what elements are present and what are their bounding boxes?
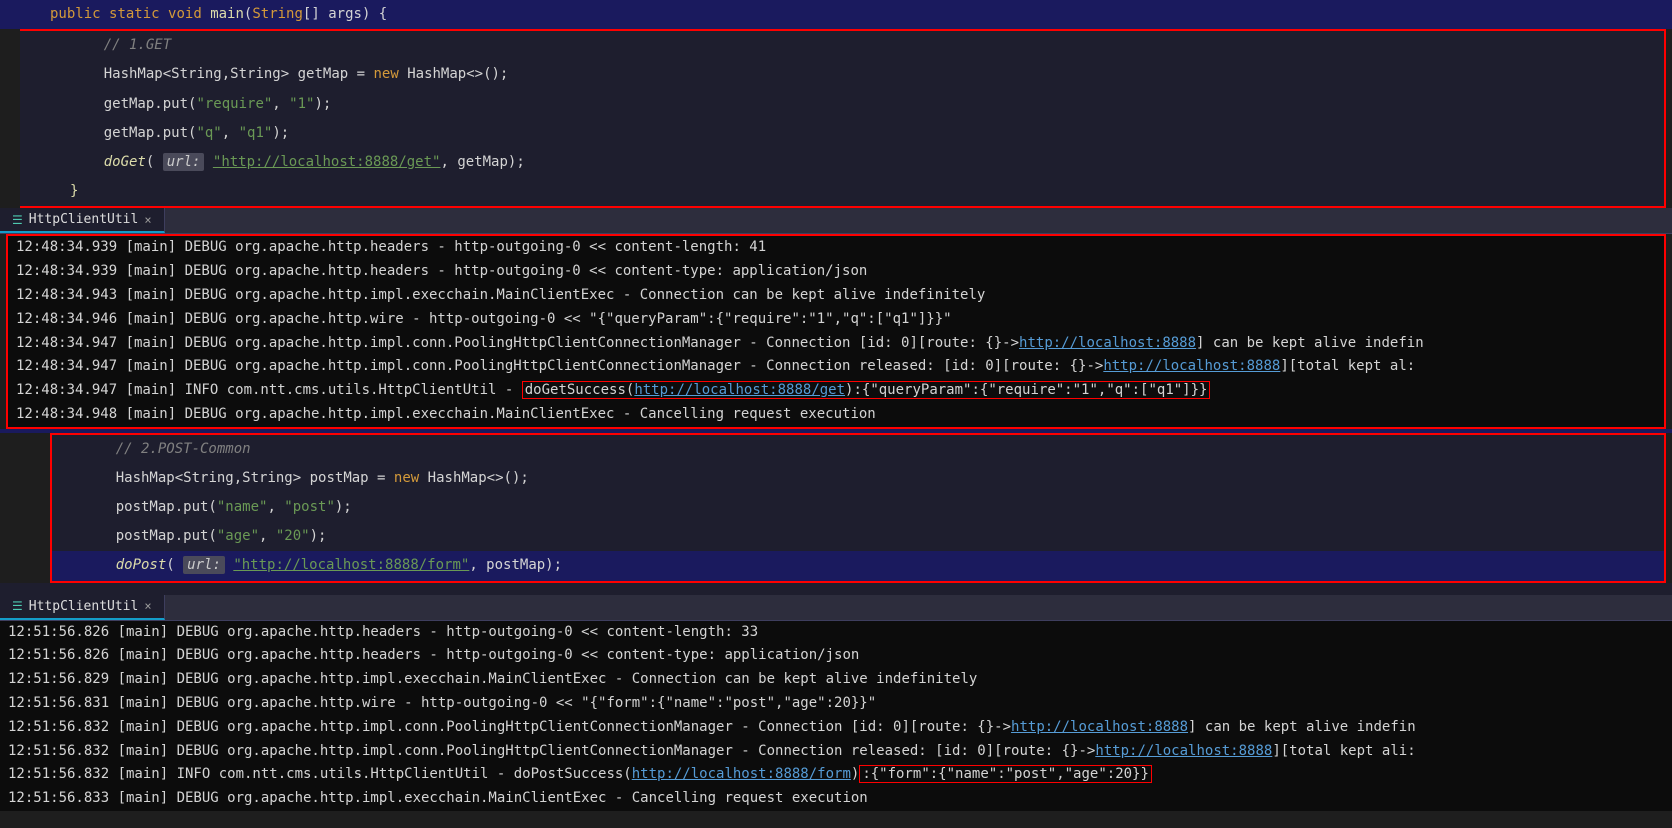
tab-httpclientutil-2[interactable]: ☰ HttpClientUtil × bbox=[0, 595, 165, 620]
highlight-dopost-success: :{"form":{"name":"post","age":20}} bbox=[859, 765, 1152, 783]
close-icon[interactable]: × bbox=[144, 213, 151, 227]
str-age-k: "age" bbox=[217, 528, 259, 544]
log-line: 12:51:56.829 [main] DEBUG org.apache.htt… bbox=[0, 668, 1672, 692]
console-output-2[interactable]: 12:51:56.826 [main] DEBUG org.apache.htt… bbox=[0, 621, 1672, 811]
type-hashmap: HashMap bbox=[116, 470, 175, 486]
log-link[interactable]: http://localhost:8888/get bbox=[634, 382, 845, 398]
log-line: 12:48:34.946 [main] DEBUG org.apache.htt… bbox=[8, 308, 1664, 332]
highlight-doget-success: doGetSuccess(http://localhost:8888/get):… bbox=[522, 381, 1211, 399]
str-name-v: "post" bbox=[284, 499, 335, 515]
log-link[interactable]: http://localhost:8888 bbox=[1019, 335, 1196, 351]
str-require-k: "require" bbox=[196, 96, 272, 112]
code-line[interactable]: // 2.POST-Common bbox=[52, 435, 1664, 464]
url-badge: url: bbox=[163, 153, 205, 171]
code-line[interactable]: postMap.put("name", "post"); bbox=[52, 493, 1664, 522]
comment-get: // 1.GET bbox=[104, 37, 171, 53]
fn-dopost: doPost bbox=[116, 557, 167, 573]
code-line[interactable]: public static void main(String[] args) { bbox=[0, 0, 1672, 29]
str-q-k: "q" bbox=[196, 125, 221, 141]
var-getmap: getMap bbox=[298, 66, 349, 82]
post-code-block: POST-common // 2.POST-Common HashMap<Str… bbox=[50, 433, 1666, 583]
kw-static: static bbox=[109, 6, 160, 22]
log-line: 12:51:56.826 [main] DEBUG org.apache.htt… bbox=[0, 621, 1672, 645]
console-output-1[interactable]: 12:48:34.939 [main] DEBUG org.apache.htt… bbox=[6, 234, 1666, 428]
log-line: 12:51:56.831 [main] DEBUG org.apache.htt… bbox=[0, 692, 1672, 716]
log-line: 12:51:56.832 [main] INFO com.ntt.cms.uti… bbox=[0, 763, 1672, 787]
code-line[interactable]: // 1.GET bbox=[20, 31, 1664, 60]
str-require-v: "1" bbox=[289, 96, 314, 112]
log-line: 12:51:56.833 [main] DEBUG org.apache.htt… bbox=[0, 787, 1672, 811]
log-line: 12:51:56.832 [main] DEBUG org.apache.htt… bbox=[0, 716, 1672, 740]
log-line: 12:51:56.832 [main] DEBUG org.apache.htt… bbox=[0, 740, 1672, 764]
code-line-highlighted[interactable]: doPost( url: "http://localhost:8888/form… bbox=[52, 551, 1664, 580]
log-line: 12:51:56.826 [main] DEBUG org.apache.htt… bbox=[0, 644, 1672, 668]
code-line[interactable]: HashMap<String,String> postMap = new Has… bbox=[52, 464, 1664, 493]
kw-public: public bbox=[50, 6, 101, 22]
var-postmap: postMap bbox=[310, 470, 369, 486]
code-line[interactable]: } bbox=[20, 177, 1664, 206]
console-tab-bar-2: ☰ HttpClientUtil × bbox=[0, 595, 1672, 621]
file-icon: ☰ bbox=[12, 213, 23, 227]
tab-httpclientutil-1[interactable]: ☰ HttpClientUtil × bbox=[0, 208, 165, 233]
kw-new: new bbox=[373, 66, 398, 82]
file-icon: ☰ bbox=[12, 599, 23, 613]
code-line[interactable]: doGet( url: "http://localhost:8888/get",… bbox=[20, 148, 1664, 177]
hashmap-ctor: HashMap<>(); bbox=[428, 470, 529, 486]
url-badge: url: bbox=[183, 556, 225, 574]
hashmap-ctor: HashMap<>(); bbox=[407, 66, 508, 82]
type-string: String bbox=[252, 6, 303, 22]
log-link[interactable]: http://localhost:8888 bbox=[1095, 743, 1272, 759]
log-link[interactable]: http://localhost:8888 bbox=[1103, 358, 1280, 374]
code-line[interactable]: HashMap<String,String> getMap = new Hash… bbox=[20, 60, 1664, 89]
code-line[interactable]: getMap.put("q", "q1"); bbox=[20, 119, 1664, 148]
generics: <String,String> bbox=[175, 470, 301, 486]
comment-post: // 2.POST-Common bbox=[116, 441, 251, 457]
log-line: 12:48:34.947 [main] DEBUG org.apache.htt… bbox=[8, 355, 1664, 379]
type-hashmap: HashMap bbox=[104, 66, 163, 82]
log-line: 12:48:34.943 [main] DEBUG org.apache.htt… bbox=[8, 284, 1664, 308]
generics: <String,String> bbox=[163, 66, 289, 82]
log-line: 12:48:34.948 [main] DEBUG org.apache.htt… bbox=[8, 403, 1664, 427]
kw-void: void bbox=[168, 6, 202, 22]
code-line[interactable]: postMap.put("age", "20"); bbox=[52, 522, 1664, 551]
fn-doget: doGet bbox=[104, 154, 146, 170]
method-main: main bbox=[210, 6, 244, 22]
tab-label: HttpClientUtil bbox=[29, 599, 139, 614]
spacer bbox=[0, 583, 1672, 595]
args-suffix: [] args bbox=[303, 6, 362, 22]
log-line: 12:48:34.947 [main] DEBUG org.apache.htt… bbox=[8, 332, 1664, 356]
log-line: 12:48:34.947 [main] INFO com.ntt.cms.uti… bbox=[8, 379, 1664, 403]
url-post: "http://localhost:8888/form" bbox=[233, 557, 469, 573]
kw-new: new bbox=[394, 470, 419, 486]
str-q-v: "q1" bbox=[239, 125, 273, 141]
code-line[interactable]: getMap.put("require", "1"); bbox=[20, 90, 1664, 119]
log-link[interactable]: http://localhost:8888 bbox=[1011, 719, 1188, 735]
method-signature-line: public static void main(String[] args) { bbox=[0, 0, 1672, 29]
get-code-block: GET // 1.GET HashMap<String,String> getM… bbox=[20, 29, 1666, 208]
log-line: 12:48:34.939 [main] DEBUG org.apache.htt… bbox=[8, 260, 1664, 284]
tab-label: HttpClientUtil bbox=[29, 212, 139, 227]
str-name-k: "name" bbox=[217, 499, 268, 515]
close-icon[interactable]: × bbox=[144, 599, 151, 613]
log-link[interactable]: http://localhost:8888/form bbox=[632, 766, 851, 782]
console-tab-bar-1: ☰ HttpClientUtil × bbox=[0, 208, 1672, 234]
str-age-v: "20" bbox=[276, 528, 310, 544]
log-line: 12:48:34.939 [main] DEBUG org.apache.htt… bbox=[8, 236, 1664, 260]
url-get: "http://localhost:8888/get" bbox=[213, 154, 441, 170]
